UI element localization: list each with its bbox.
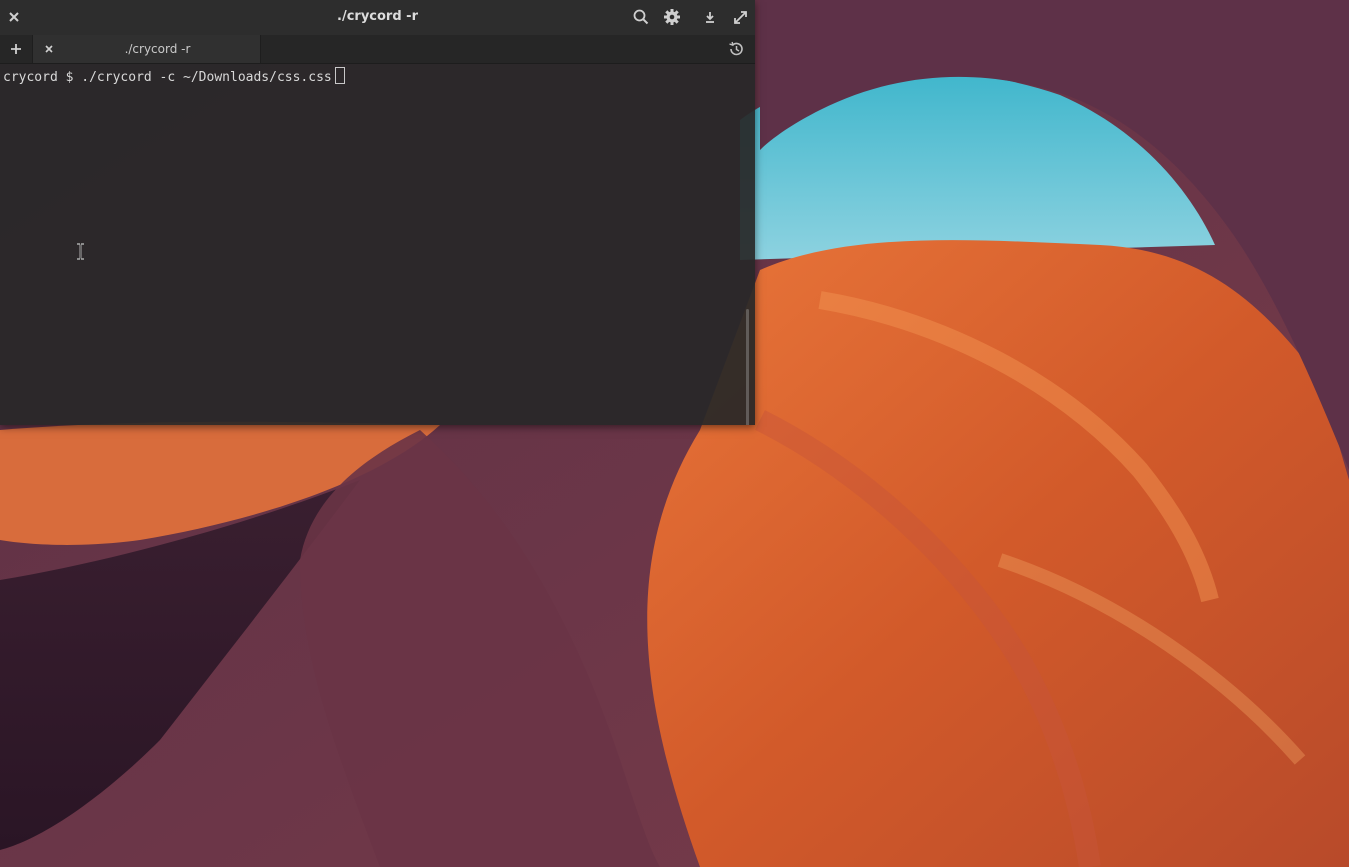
- search-icon: [633, 9, 649, 25]
- download-icon: [706, 12, 714, 23]
- fullscreen-button[interactable]: [729, 6, 751, 28]
- terminal-scrollbar[interactable]: [746, 309, 749, 425]
- terminal-window: ./crycord -r ./crycord -r crycord $ ./cr…: [0, 0, 755, 425]
- search-button[interactable]: [630, 6, 652, 28]
- window-titlebar[interactable]: ./crycord -r: [0, 0, 755, 35]
- command-text: ./crycord -c ~/Downloads/css.css: [81, 70, 332, 85]
- prompt-line: crycord $ ./crycord -c ~/Downloads/css.c…: [3, 67, 345, 85]
- history-button[interactable]: [725, 38, 747, 60]
- settings-button[interactable]: [661, 6, 683, 28]
- shell-prompt: crycord $: [3, 70, 82, 85]
- tab-label: ./crycord -r: [124, 42, 191, 56]
- terminal-output[interactable]: crycord $ ./crycord -c ~/Downloads/css.c…: [0, 64, 750, 425]
- tab-crycord[interactable]: ./crycord -r: [33, 35, 261, 63]
- close-icon: [45, 45, 53, 53]
- desktop: ./crycord -r ./crycord -r crycord $ ./cr…: [0, 0, 1349, 867]
- text-cursor: [334, 67, 345, 84]
- tab-close-button[interactable]: [39, 39, 59, 59]
- history-icon: [729, 41, 743, 56]
- fullscreen-icon: [733, 10, 747, 24]
- plus-icon: [11, 44, 21, 54]
- gear-icon: [664, 9, 680, 25]
- ibeam-cursor-icon: [77, 243, 84, 260]
- tab-bar: ./crycord -r: [0, 35, 755, 64]
- download-button[interactable]: [699, 6, 721, 28]
- new-tab-button[interactable]: [0, 35, 33, 63]
